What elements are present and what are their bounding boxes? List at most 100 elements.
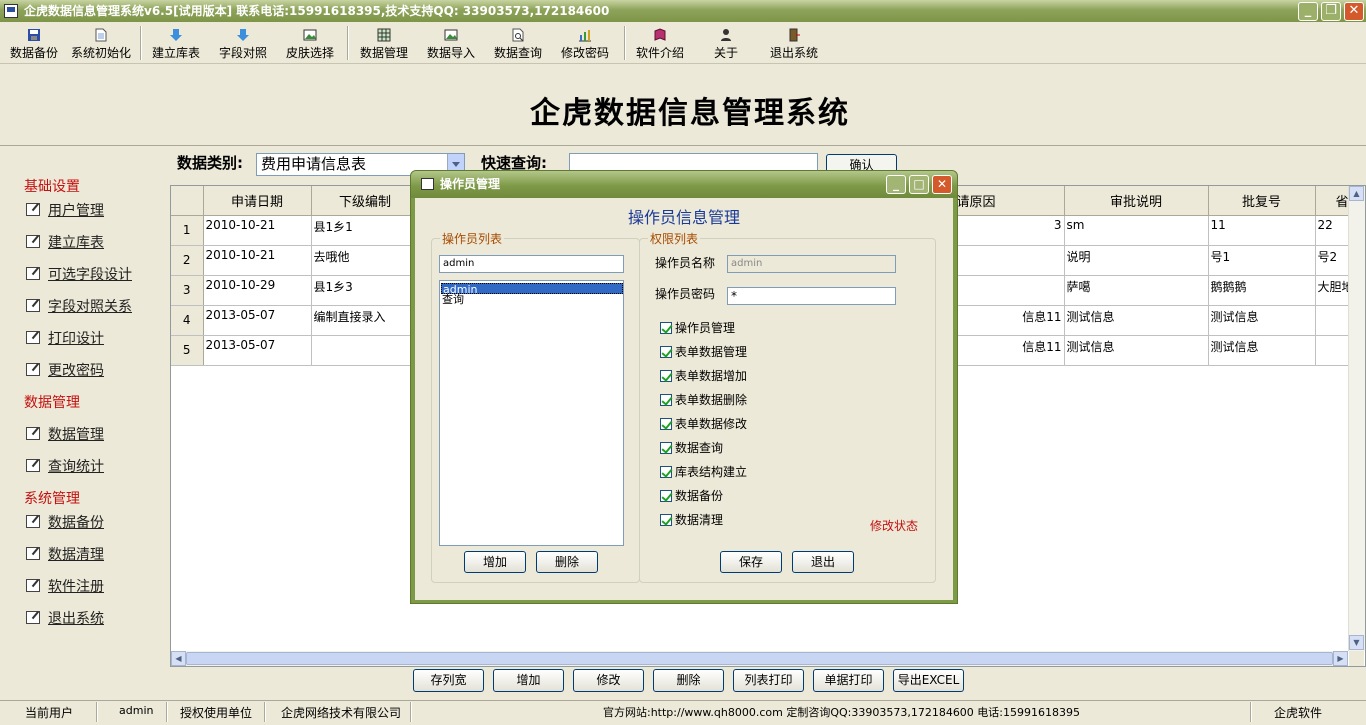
operator-listbox[interactable]: admin 查询 [439, 280, 624, 546]
close-icon[interactable]: ✕ [1344, 2, 1364, 21]
operator-filter-input[interactable]: admin [439, 255, 624, 273]
sidebar-item-change-password[interactable]: 更改密码 [26, 360, 104, 380]
toolbar-field-map-button[interactable]: 字段对照 [217, 28, 269, 62]
horizontal-scrollbar[interactable]: ◀ ▶ [171, 651, 1348, 666]
checkbox-checked-icon[interactable] [660, 322, 672, 334]
sidebar-item-field-map[interactable]: 字段对照关系 [26, 296, 132, 316]
delete-button[interactable]: 删除 [653, 669, 724, 692]
cell-reply[interactable]: 11 [1208, 215, 1316, 246]
cell-sub[interactable]: 县1乡3 [311, 275, 420, 306]
sidebar-item-user-manage[interactable]: 用户管理 [26, 200, 104, 220]
edit-button[interactable]: 修改 [573, 669, 644, 692]
form-print-button[interactable]: 单据打印 [813, 669, 884, 692]
cell-reply[interactable]: 测试信息 [1208, 305, 1316, 336]
save-operator-button[interactable]: 保存 [720, 551, 782, 573]
cell-date[interactable]: 2010-10-29 [203, 275, 312, 306]
save-column-width-button[interactable]: 存列宽 [413, 669, 484, 692]
cell-date[interactable]: 2013-05-07 [203, 305, 312, 336]
cell-note[interactable]: 萨噶 [1064, 275, 1209, 306]
cell-note[interactable]: 测试信息 [1064, 305, 1209, 336]
cell-note[interactable]: 测试信息 [1064, 335, 1209, 366]
column-header[interactable]: 申请日期 [203, 186, 312, 216]
sidebar-item-clean[interactable]: 数据清理 [26, 544, 104, 564]
toolbar-data-manage-button[interactable]: 数据管理 [358, 28, 410, 62]
add-operator-button[interactable]: 增加 [464, 551, 526, 573]
scroll-left-icon[interactable]: ◀ [171, 651, 186, 666]
sidebar-item-backup[interactable]: 数据备份 [26, 512, 104, 532]
sidebar-item-print-design[interactable]: 打印设计 [26, 328, 104, 348]
dialog-maximize-icon[interactable]: □ [909, 175, 929, 194]
cell-sub[interactable] [311, 335, 420, 366]
permission-checkbox[interactable]: 库表结构建立 [660, 463, 747, 480]
toolbar-backup-button[interactable]: 数据备份 [8, 28, 60, 62]
cell-sub[interactable]: 编制直接录入 [311, 305, 420, 336]
permission-checkbox[interactable]: 数据清理 [660, 511, 723, 528]
cell-reply[interactable]: 鹅鹅鹅 [1208, 275, 1316, 306]
list-print-button[interactable]: 列表打印 [733, 669, 804, 692]
permission-checkbox[interactable]: 表单数据删除 [660, 391, 747, 408]
dialog-close-icon[interactable]: ✕ [932, 175, 952, 194]
export-excel-button[interactable]: 导出EXCEL [893, 669, 964, 692]
checkbox-checked-icon[interactable] [660, 466, 672, 478]
checkbox-checked-icon[interactable] [660, 370, 672, 382]
column-header[interactable]: 下级编制 [311, 186, 420, 216]
permission-checkbox[interactable]: 表单数据修改 [660, 415, 747, 432]
minimize-icon[interactable]: _ [1298, 2, 1318, 21]
exit-dialog-button[interactable]: 退出 [792, 551, 854, 573]
checkbox-checked-icon[interactable] [660, 442, 672, 454]
checkbox-checked-icon[interactable] [660, 346, 672, 358]
sidebar-item-data-manage[interactable]: 数据管理 [26, 424, 104, 444]
add-button[interactable]: 增加 [493, 669, 564, 692]
column-header[interactable]: 审批说明 [1064, 186, 1209, 216]
permission-checkbox[interactable]: 操作员管理 [660, 319, 735, 336]
sidebar-item-exit[interactable]: 退出系统 [26, 608, 104, 628]
toolbar-exit-button[interactable]: 退出系统 [768, 28, 820, 62]
cell-note[interactable]: sm [1064, 215, 1209, 246]
restore-icon[interactable]: ❐ [1321, 2, 1341, 21]
scroll-down-icon[interactable]: ▼ [1349, 635, 1364, 650]
cell-reason[interactable]: 信息11 [956, 335, 1065, 366]
operator-list-item[interactable]: 查询 [441, 294, 623, 305]
operator-name-field[interactable]: admin [727, 255, 896, 273]
sidebar-item-field-design[interactable]: 可选字段设计 [26, 264, 132, 284]
cell-reply[interactable]: 号1 [1208, 245, 1316, 276]
toolbar-about-button[interactable]: 关于 [700, 28, 752, 62]
scroll-up-icon[interactable]: ▲ [1349, 186, 1364, 201]
checkbox-checked-icon[interactable] [660, 394, 672, 406]
cell-sub[interactable]: 去哦他 [311, 245, 420, 276]
scroll-thumb[interactable] [186, 652, 1333, 665]
cell-sub[interactable]: 县1乡1 [311, 215, 420, 246]
operator-list-item[interactable]: admin [441, 283, 623, 295]
sidebar-item-query-stats[interactable]: 查询统计 [26, 456, 104, 476]
checkbox-checked-icon[interactable] [660, 514, 672, 526]
toolbar-skin-button[interactable]: 皮肤选择 [284, 28, 336, 62]
cell-date[interactable]: 2013-05-07 [203, 335, 312, 366]
toolbar-import-button[interactable]: 数据导入 [425, 28, 477, 62]
sidebar-item-create-table[interactable]: 建立库表 [26, 232, 104, 252]
dialog-minimize-icon[interactable]: _ [886, 175, 906, 194]
toolbar-create-table-button[interactable]: 建立库表 [150, 28, 202, 62]
sidebar-item-register[interactable]: 软件注册 [26, 576, 104, 596]
permission-checkbox[interactable]: 数据备份 [660, 487, 723, 504]
toolbar-about-software-button[interactable]: 软件介绍 [634, 28, 686, 62]
checkbox-checked-icon[interactable] [660, 490, 672, 502]
permission-checkbox[interactable]: 数据查询 [660, 439, 723, 456]
cell-date[interactable]: 2010-10-21 [203, 245, 312, 276]
delete-operator-button[interactable]: 删除 [536, 551, 598, 573]
toolbar-init-button[interactable]: 系统初始化 [70, 28, 132, 62]
cell-reason[interactable]: 信息11 [956, 305, 1065, 336]
cell-reason[interactable] [956, 275, 1065, 306]
operator-password-field[interactable]: * [727, 287, 896, 305]
vertical-scrollbar[interactable]: ▲ ▼ [1348, 186, 1365, 651]
checkbox-checked-icon[interactable] [660, 418, 672, 430]
column-header[interactable]: 批复号 [1208, 186, 1316, 216]
cell-reason[interactable]: 3 [956, 215, 1065, 246]
dialog-title-bar[interactable]: 操作员管理 [411, 171, 957, 198]
cell-reason[interactable] [956, 245, 1065, 276]
permission-checkbox[interactable]: 表单数据增加 [660, 367, 747, 384]
cell-reply[interactable]: 测试信息 [1208, 335, 1316, 366]
scroll-right-icon[interactable]: ▶ [1333, 651, 1348, 666]
cell-date[interactable]: 2010-10-21 [203, 215, 312, 246]
permission-checkbox[interactable]: 表单数据管理 [660, 343, 747, 360]
toolbar-query-button[interactable]: 数据查询 [492, 28, 544, 62]
